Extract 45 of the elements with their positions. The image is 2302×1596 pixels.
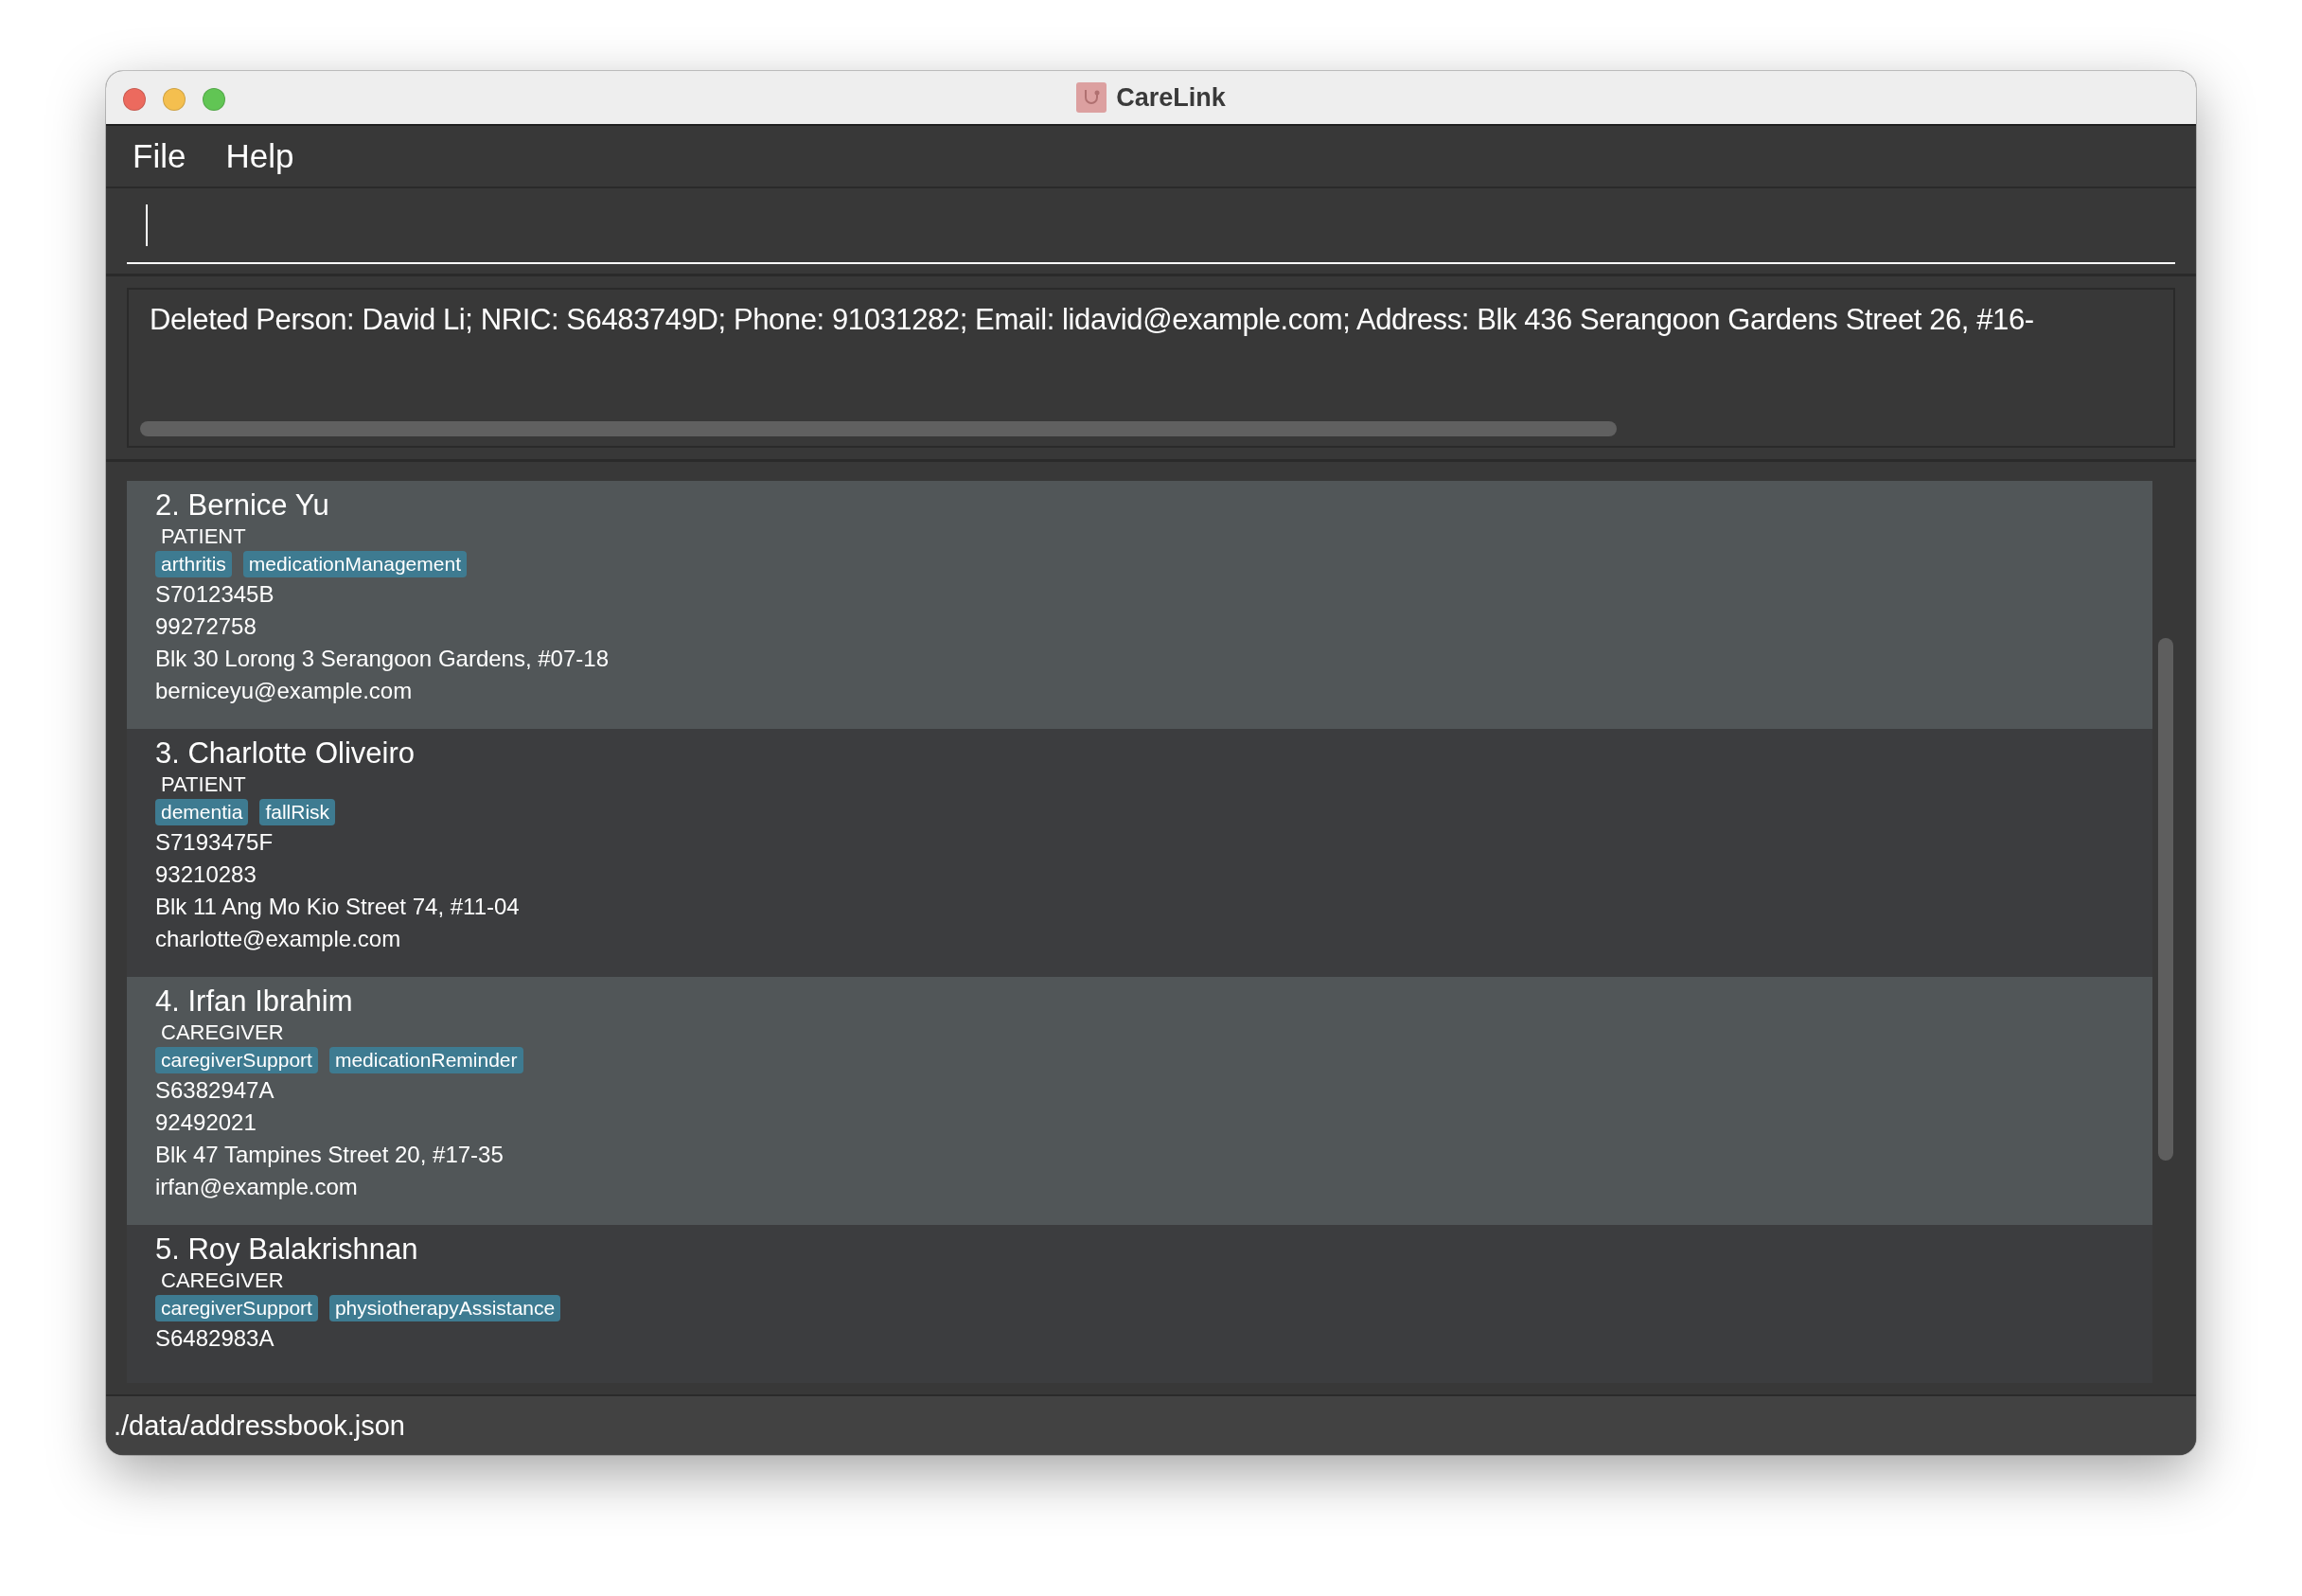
person-card[interactable]: 3. Charlotte Oliveiro PATIENT dementia fallRisk S7193475F 93210283 Blk 11 Ang Mo Kio Street 74, #11-04 charlotte@example.com: [127, 729, 2152, 977]
person-detail: charlotte@example.com: [155, 925, 402, 953]
vertical-scrollbar[interactable]: [2158, 638, 2173, 1161]
tag: medicationReminder: [328, 1047, 523, 1073]
tag: arthritis: [155, 551, 232, 577]
person-role: CAREGIVER: [160, 1020, 285, 1045]
tag: caregiverSupport: [155, 1295, 318, 1321]
minimize-button[interactable]: [163, 88, 186, 111]
person-detail: S7193475F: [155, 828, 274, 857]
person-detail: Blk 47 Tampines Street 20, #17-35: [155, 1141, 505, 1169]
tag: medicationManagement: [242, 551, 467, 577]
person-detail: Blk 30 Lorong 3 Serangoon Gardens, #07-18: [155, 645, 610, 673]
person-card[interactable]: 2. Bernice Yu PATIENT arthritis medicationManagement S7012345B 99272758 Blk 30 Lorong 3 Serangoon Gardens, #07-18 berniceyu@example.com: [127, 481, 2152, 729]
person-detail: S6382947A: [155, 1076, 275, 1105]
person-detail: irfan@example.com: [155, 1173, 359, 1201]
person-detail: berniceyu@example.com: [155, 677, 414, 705]
person-role: CAREGIVER: [160, 1268, 285, 1293]
tag: dementia: [155, 799, 249, 825]
person-detail: S7012345B: [155, 580, 275, 609]
text-cursor: [146, 204, 148, 246]
person-card[interactable]: 4. Irfan Ibrahim CAREGIVER caregiverSupport medicationReminder S6382947A 92492021 Blk 47 Tampines Street 20, #17-35 irfan@example.com: [127, 977, 2152, 1225]
person-name: 4. Irfan Ibrahim: [155, 984, 354, 1019]
person-detail: 93210283: [155, 860, 257, 889]
person-detail: 99272758: [155, 612, 257, 641]
window-title: CareLink: [1116, 82, 1226, 113]
person-name: 5. Roy Balakrishnan: [155, 1232, 419, 1267]
person-role: PATIENT: [160, 772, 247, 797]
zoom-button[interactable]: [203, 88, 225, 111]
person-detail: Blk 11 Ang Mo Kio Street 74, #11-04: [155, 893, 521, 921]
person-role: PATIENT: [160, 524, 247, 549]
person-detail: 92492021: [155, 1108, 257, 1137]
tag: physiotherapyAssistance: [328, 1295, 561, 1321]
person-card[interactable]: 5. Roy Balakrishnan CAREGIVER caregiverSupport physiotherapyAssistance S6482983A: [127, 1225, 2152, 1383]
person-name: 2. Bernice Yu: [155, 488, 330, 523]
menu-item[interactable]: File: [127, 137, 192, 175]
close-button[interactable]: [123, 88, 146, 111]
file-path: ./data/addressbook.json: [114, 1410, 405, 1442]
person-name: 3. Charlotte Oliveiro: [155, 736, 416, 771]
tag: fallRisk: [259, 799, 336, 825]
menu-item[interactable]: Help: [220, 137, 300, 175]
result-message: Deleted Person: David Li; NRIC: S6483749D; Phone: 91031282; Email: lidavid@example.com; Address: Blk 436 Serangoon Gardens Street 26, #16-: [150, 303, 2035, 337]
person-detail: S6482983A: [155, 1324, 275, 1353]
tag: caregiverSupport: [155, 1047, 318, 1073]
horizontal-scrollbar[interactable]: [140, 421, 1617, 436]
app-icon: [1076, 82, 1107, 113]
